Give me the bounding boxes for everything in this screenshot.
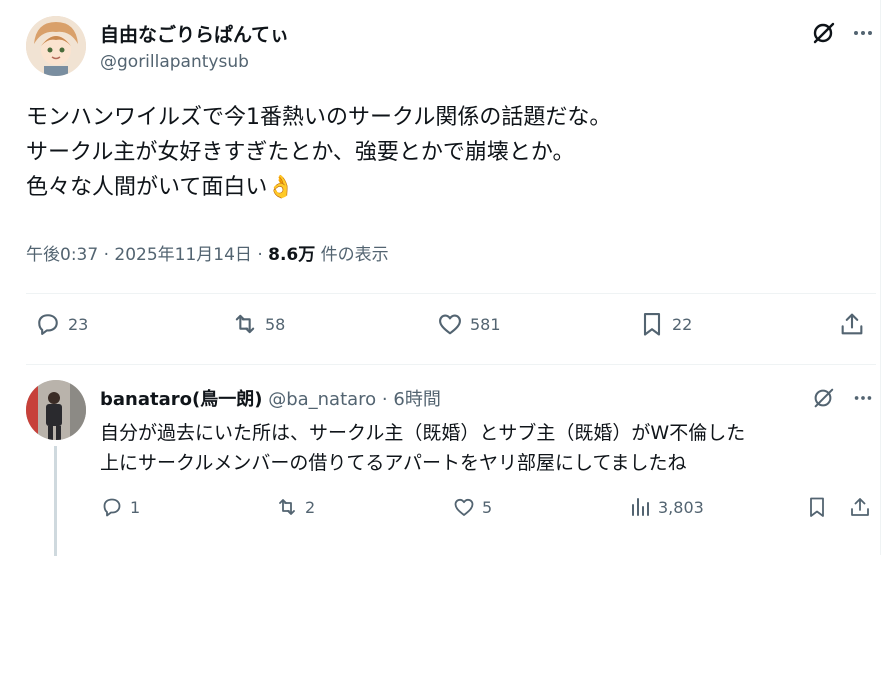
like-button[interactable]: 581 — [436, 310, 501, 338]
view-count: 8.6万 — [268, 245, 316, 265]
divider-bottom — [26, 364, 876, 365]
reply-button[interactable]: 23 — [34, 310, 88, 338]
repost-count: 58 — [265, 314, 286, 334]
tweet-text: モンハンワイルズで今1番熱いのサークル関係の話題だな。 サークル主が女好きすぎた… — [26, 100, 856, 205]
grok-icon[interactable] — [808, 18, 838, 48]
tweet-timestamp[interactable]: 午後0:37 · 2025年11月14日 · — [26, 245, 268, 265]
reply-like-count: 5 — [482, 497, 493, 517]
more-icon[interactable] — [848, 18, 878, 48]
views-icon — [632, 498, 649, 516]
tweet-body: モンハンワイルズで今1番熱いのサークル関係の話題だな。 サークル主が女好きすぎた… — [26, 105, 612, 200]
bookmark-icon — [643, 313, 661, 336]
reply-bookmark-button[interactable] — [805, 495, 829, 519]
author-name[interactable]: 自由なごりらぱんてぃ — [100, 20, 289, 47]
author-handle[interactable]: @gorillapantysub — [100, 52, 249, 72]
reply-time[interactable]: · 6時間 — [382, 389, 441, 410]
like-count: 581 — [470, 314, 501, 334]
reply-icon — [38, 314, 58, 335]
reply-view-count: 3,803 — [658, 497, 704, 517]
reply-share-button[interactable] — [848, 495, 872, 519]
reply-repost-button[interactable]: 2 — [275, 495, 315, 519]
author-avatar[interactable] — [26, 16, 86, 76]
conversation-pane: 自由なごりらぱんてぃ @gorillapantysub モンハンワイルズで今1番… — [0, 0, 881, 556]
view-count-label: 件の表示 — [315, 245, 389, 265]
reply-more-icon[interactable] — [848, 383, 878, 413]
share-button[interactable] — [838, 310, 866, 338]
bookmark-icon — [810, 497, 824, 517]
ok-hand-emoji: 👌 — [267, 175, 295, 200]
bookmark-count: 22 — [672, 314, 693, 334]
share-icon — [841, 313, 863, 335]
like-icon — [439, 314, 461, 335]
thread-line — [54, 446, 57, 556]
repost-button[interactable]: 58 — [231, 310, 285, 338]
share-icon — [851, 498, 869, 516]
tweet-actions: 23 58 581 22 — [26, 310, 871, 350]
reply-grok-icon[interactable] — [808, 383, 838, 413]
reply-author-name[interactable]: banataro(鳥一朗) — [100, 389, 262, 410]
tweet-meta: 午後0:37 · 2025年11月14日 · 8.6万 件の表示 — [26, 240, 389, 265]
reply-author-handle[interactable]: @ba_nataro — [268, 389, 376, 410]
reply-like-button[interactable]: 5 — [452, 495, 492, 519]
bookmark-button[interactable]: 22 — [638, 310, 692, 338]
repost-icon — [279, 499, 295, 515]
reply-count: 23 — [68, 314, 89, 334]
reply-repost-count: 2 — [305, 497, 316, 517]
repost-icon — [235, 314, 255, 334]
divider-top — [26, 293, 876, 294]
like-icon — [454, 498, 474, 516]
reply-avatar[interactable] — [26, 380, 86, 440]
reply-reply-count: 1 — [130, 497, 141, 517]
reply-text: 自分が過去にいた所は、サークル主（既婚）とサブ主（既婚）がW不倫した 上にサーク… — [100, 422, 746, 474]
reply-actions: 1 2 5 3,803 — [100, 495, 875, 527]
reply-icon — [103, 498, 121, 517]
reply-reply-button[interactable]: 1 — [100, 495, 140, 519]
reply-header: banataro(鳥一朗) @ba_nataro · 6時間 — [100, 385, 441, 411]
reply-views-button[interactable]: 3,803 — [628, 495, 704, 519]
